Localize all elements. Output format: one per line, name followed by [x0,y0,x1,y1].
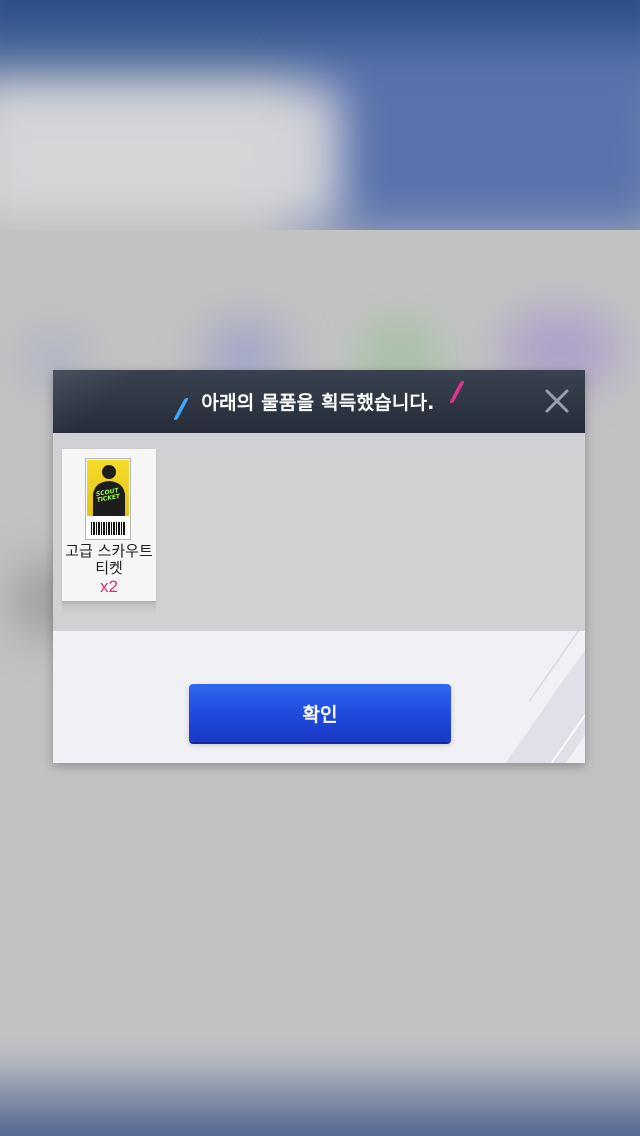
slash-accent-right-icon [448,380,465,403]
scout-ticket-icon: SCOUT TICKET [85,458,131,540]
close-button[interactable] [543,387,571,415]
reward-item-card[interactable]: SCOUT TICKET 고급 스카우트 티켓 x2 [62,449,156,613]
dialog-title: 아래의 물품을 획득했습니다. [201,392,435,414]
reward-dialog: 아래의 물품을 획득했습니다. SCOUT TICKET 고급 스카우트 티켓 … [53,370,585,763]
dialog-footer: 확인 [53,631,585,763]
reward-item-name: 고급 스카우트 티켓 [65,542,153,577]
barcode-icon [91,522,125,535]
confirm-button[interactable]: 확인 [189,684,451,742]
reward-item-quantity: x2 [100,577,118,596]
slash-accent-left-icon [173,397,190,420]
reward-items-area: SCOUT TICKET 고급 스카우트 티켓 x2 [53,433,585,631]
footer-decoration [485,651,585,763]
dialog-header: 아래의 물품을 획득했습니다. [53,370,585,433]
close-icon [545,389,569,413]
